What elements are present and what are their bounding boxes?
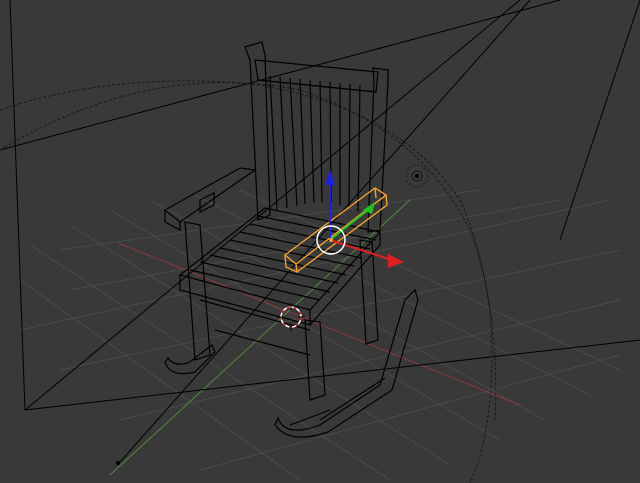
- x-axis-line: [117, 242, 521, 406]
- rocking-chair[interactable]: [163, 41, 419, 438]
- lamp-icon[interactable]: [405, 164, 429, 188]
- gizmo-y-axis[interactable]: [329, 209, 369, 241]
- floor-grid: [19, 189, 621, 481]
- scene-canvas[interactable]: [0, 0, 640, 483]
- camera-point: [116, 461, 120, 465]
- gizmo-z-arrow[interactable]: [325, 170, 335, 185]
- 3d-viewport[interactable]: [0, 0, 640, 483]
- pivot-point: [329, 238, 333, 242]
- gizmo-x-arrow[interactable]: [388, 254, 404, 268]
- lamp-range-arcs: [0, 80, 497, 483]
